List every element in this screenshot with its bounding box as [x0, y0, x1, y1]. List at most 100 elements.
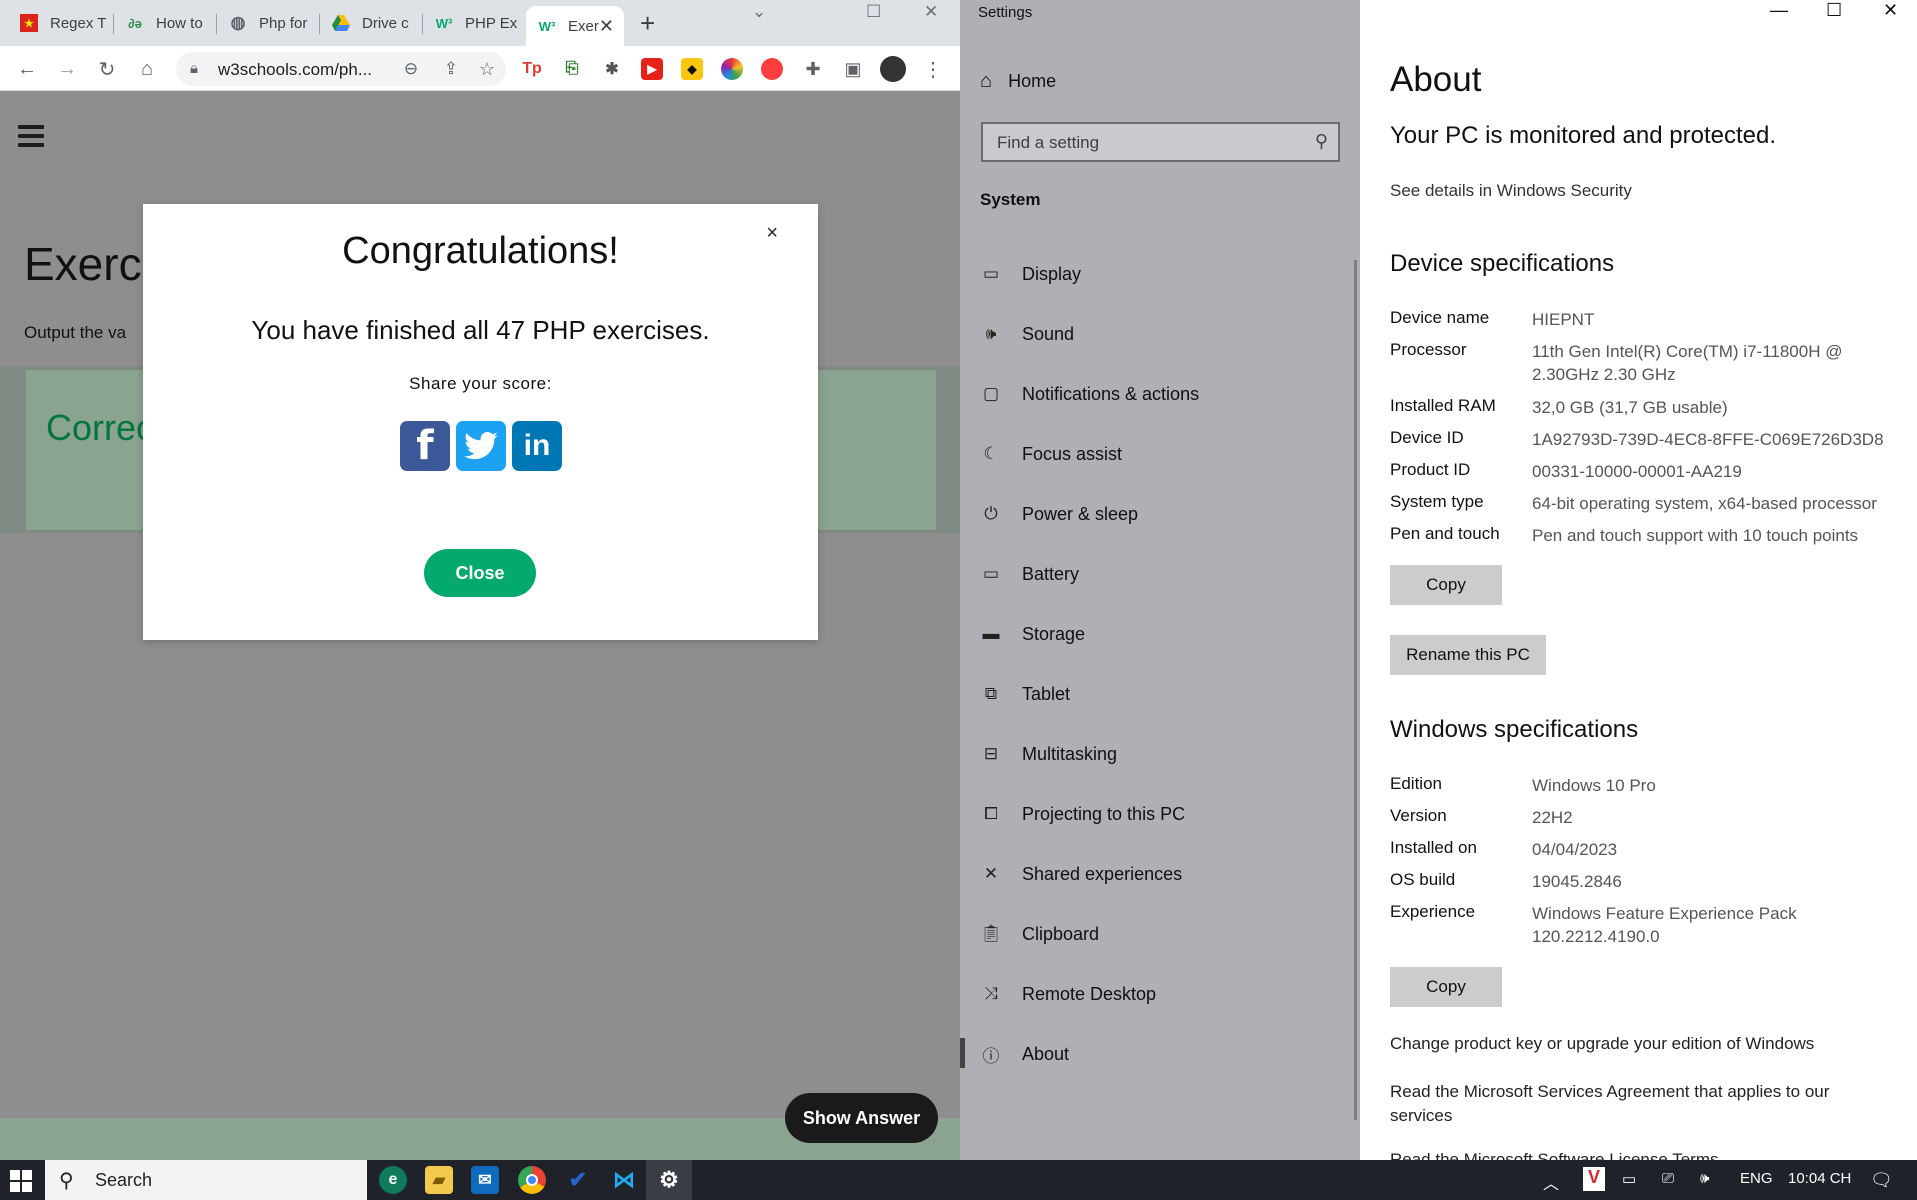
lock-icon: 🔒︎ — [190, 60, 198, 77]
bug-extension-icon[interactable]: ✱ — [601, 58, 623, 80]
volume-tray-icon[interactable]: 🕪︎ — [1700, 1170, 1709, 1187]
avatar[interactable] — [880, 56, 906, 82]
vivaldi-tray-icon[interactable]: V — [1583, 1167, 1605, 1191]
drive-icon — [332, 14, 350, 32]
copy-device-specs-button[interactable]: Copy — [1390, 565, 1502, 605]
nav-shared-experiences[interactable]: ✕ Shared experiences — [980, 859, 1340, 889]
notification-center-icon[interactable]: 🗨︎ — [1870, 1170, 1893, 1191]
vscode-icon[interactable]: ⋈ — [610, 1166, 638, 1194]
menu-dots-icon[interactable]: ⋮ — [920, 56, 946, 82]
home-icon[interactable]: ⌂ — [134, 56, 160, 82]
page-content: Exerci Output the va Correc Show Answer … — [0, 91, 960, 1160]
windows-security-link[interactable]: See details in Windows Security — [1390, 181, 1632, 201]
browser-tab[interactable]: W³ PHP Ex — [423, 6, 526, 40]
windows-start-icon[interactable] — [10, 1170, 32, 1192]
nav-sound[interactable]: 🕪︎ Sound — [980, 319, 1340, 349]
chrome-icon[interactable] — [518, 1166, 546, 1194]
twitter-icon[interactable] — [456, 421, 506, 471]
page-title: About — [1390, 60, 1482, 99]
nav-focus-assist[interactable]: ☾ Focus assist — [980, 439, 1340, 469]
tp-extension-icon[interactable]: Tp — [521, 58, 543, 80]
todo-icon[interactable]: ✔ — [564, 1166, 592, 1194]
window-title: Settings — [978, 4, 1033, 21]
about-panel: — ☐ ✕ About Your PC is monitored and pro… — [1360, 0, 1917, 1160]
minimize-icon[interactable]: — — [1770, 0, 1788, 21]
nav-multitasking[interactable]: ⊟ Multitasking — [980, 739, 1340, 769]
show-answer-button[interactable]: Show Answer — [785, 1093, 938, 1143]
nav-storage[interactable]: ▬ Storage — [980, 619, 1340, 649]
share-icon[interactable]: ⇪ — [438, 56, 464, 82]
mail-icon[interactable]: ✉ — [471, 1166, 499, 1194]
nav-home[interactable]: ⌂ Home — [980, 70, 1056, 93]
color-extension-icon[interactable] — [721, 58, 743, 80]
selected-indicator — [960, 1038, 965, 1068]
youtube-extension-icon[interactable]: ▶ — [641, 58, 663, 80]
settings-search-input[interactable]: Find a setting ⚲ — [981, 122, 1340, 162]
taskbar-search-input[interactable]: ⚲ Search — [45, 1160, 367, 1200]
modal-title: Congratulations! — [342, 230, 619, 272]
moon-icon: ☾ — [983, 444, 999, 463]
settings-gear-icon[interactable]: ⚙ — [655, 1166, 683, 1194]
nav-display[interactable]: ▭ Display — [980, 259, 1340, 289]
nav-remote-desktop[interactable]: ⤨ Remote Desktop — [980, 979, 1340, 1009]
rename-pc-button[interactable]: Rename this PC — [1390, 635, 1546, 675]
linkedin-icon[interactable]: in — [512, 421, 562, 471]
address-bar[interactable]: 🔒︎ w3schools.com/ph... ⊖ ⇪ ☆ — [176, 52, 506, 86]
browser-tab[interactable]: Drive c — [320, 6, 423, 40]
close-icon[interactable]: ✕ — [1883, 0, 1898, 21]
browser-tab[interactable]: ∂ə How to — [114, 6, 217, 40]
record-extension-icon[interactable] — [761, 58, 783, 80]
facebook-icon[interactable]: f — [400, 421, 450, 471]
nav-projecting[interactable]: ⧠ Projecting to this PC — [980, 799, 1340, 829]
battery-tray-icon[interactable]: ▭ — [1622, 1170, 1636, 1188]
network-tray-icon[interactable]: ⎚ — [1662, 1170, 1674, 1187]
capture-extension-icon[interactable]: ⎘ — [561, 58, 583, 80]
close-button[interactable]: Close — [424, 549, 536, 597]
maximize-icon[interactable]: ☐ — [1826, 0, 1842, 21]
sidebar-scrollbar[interactable] — [1354, 260, 1357, 1120]
edge-icon[interactable]: e — [379, 1166, 407, 1194]
language-indicator[interactable]: ENG — [1740, 1170, 1773, 1187]
taskbar: ⚲ Search e ▰ ✉ ✔ ⋈ ⚙ ︿ V ▭ ⎚ 🕪︎ ENG 10:0… — [0, 1160, 1917, 1200]
browser-tab[interactable]: ◍ Php for — [217, 6, 320, 40]
nav-clipboard[interactable]: 📋︎ Clipboard — [980, 919, 1340, 949]
maximize-icon[interactable]: ☐ — [866, 2, 881, 22]
change-product-key-link[interactable]: Change product key or upgrade your editi… — [1390, 1032, 1890, 1056]
nav-notifications[interactable]: ▢ Notifications & actions — [980, 379, 1340, 409]
browser-tab-active[interactable]: W³ Exer ✕ — [526, 6, 624, 46]
nav-battery[interactable]: ▭ Battery — [980, 559, 1340, 589]
close-window-icon[interactable]: ✕ — [924, 2, 938, 22]
extensions-puzzle-icon[interactable]: ✚ — [800, 56, 826, 82]
hamburger-menu-icon[interactable] — [18, 125, 44, 152]
display-icon: ▭ — [982, 264, 1000, 283]
remote-desktop-icon: ⤨ — [984, 984, 998, 1003]
zoom-icon[interactable]: ⊖ — [398, 56, 424, 82]
forward-icon[interactable]: → — [54, 56, 80, 82]
arrow-extension-icon[interactable]: ◆ — [681, 58, 703, 80]
nav-power-sleep[interactable]: ⏻ Power & sleep — [980, 499, 1340, 529]
battery-icon: ▭ — [982, 564, 1000, 583]
bookmark-star-icon[interactable]: ☆ — [474, 56, 500, 82]
browser-tab[interactable]: ★ Regex T — [8, 6, 114, 40]
w3schools-icon: W³ — [538, 18, 556, 34]
exercise-title: Exerci — [24, 238, 152, 290]
exercise-description: Output the va — [24, 323, 127, 342]
congratulations-modal: × Congratulations! You have finished all… — [143, 204, 818, 640]
nav-about[interactable]: ⓘ About — [980, 1039, 1340, 1069]
section-heading: System — [980, 190, 1041, 209]
services-agreement-link[interactable]: Read the Microsoft Services Agreement th… — [1390, 1080, 1860, 1128]
settings-window: Settings ⌂ Home Find a setting ⚲ System … — [960, 0, 1917, 1160]
nav-tablet[interactable]: ⧉ Tablet — [980, 679, 1340, 709]
reload-icon[interactable]: ↻ — [94, 56, 120, 82]
protection-status: Your PC is monitored and protected. — [1390, 122, 1777, 149]
show-hidden-icons[interactable]: ︿ — [1543, 1170, 1559, 1194]
tab-search-icon[interactable]: ⌄ — [752, 2, 766, 22]
copy-windows-specs-button[interactable]: Copy — [1390, 967, 1502, 1007]
tab-close-icon[interactable]: ✕ — [599, 16, 614, 37]
license-terms-link[interactable]: Read the Microsoft Software License Term… — [1390, 1148, 1890, 1160]
new-tab-icon[interactable]: + — [640, 8, 655, 39]
file-explorer-icon[interactable]: ▰ — [425, 1166, 453, 1194]
back-icon[interactable]: ← — [14, 56, 40, 82]
clock[interactable]: 10:04 CH — [1788, 1170, 1851, 1187]
side-panel-icon[interactable]: ▣ — [840, 56, 866, 82]
